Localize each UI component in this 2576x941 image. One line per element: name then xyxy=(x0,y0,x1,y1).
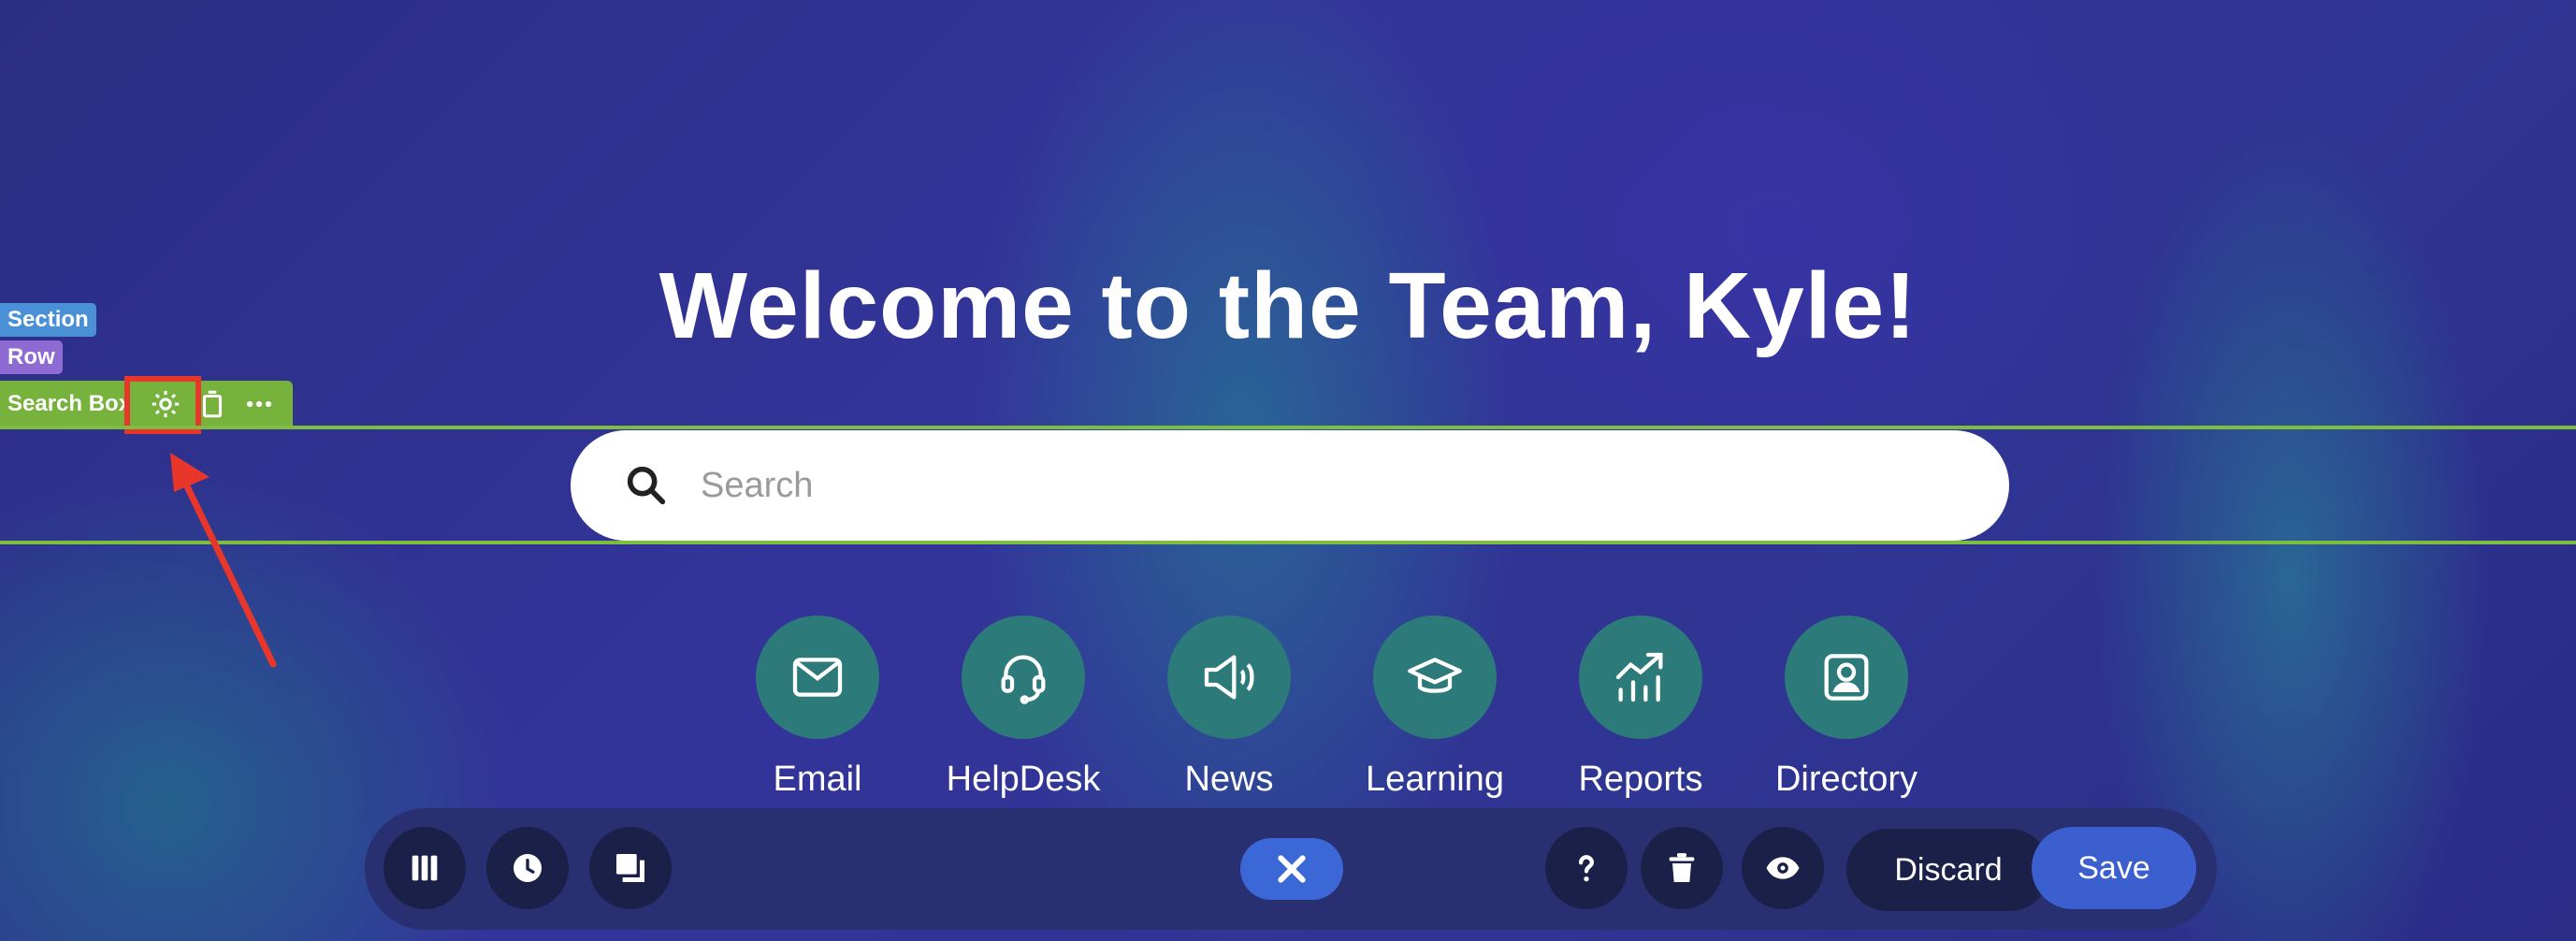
quick-link-label[interactable]: HelpDesk xyxy=(947,760,1101,800)
chart-up-icon xyxy=(1615,652,1663,702)
quick-link-directory[interactable]: Directory xyxy=(1744,615,1949,800)
megaphone-icon xyxy=(1204,655,1254,700)
component-tag[interactable]: Search Box xyxy=(0,391,129,417)
eye-icon xyxy=(1766,857,1800,879)
quick-link-learning[interactable]: Learning xyxy=(1332,615,1538,800)
duplicate-icon xyxy=(202,390,223,418)
graduation-cap-icon xyxy=(1408,658,1462,693)
learning-circle[interactable] xyxy=(1373,615,1497,739)
columns-icon xyxy=(412,855,438,881)
clock-icon xyxy=(514,854,542,882)
headset-icon xyxy=(1001,655,1046,704)
quick-link-news[interactable]: News xyxy=(1126,615,1332,800)
quick-link-helpdesk[interactable]: HelpDesk xyxy=(920,615,1126,800)
quick-link-reports[interactable]: Reports xyxy=(1538,615,1744,800)
news-circle[interactable] xyxy=(1167,615,1291,739)
directory-circle[interactable] xyxy=(1785,615,1908,739)
help-icon xyxy=(1579,855,1595,882)
helpdesk-circle[interactable] xyxy=(962,615,1085,739)
mail-icon xyxy=(792,658,843,697)
quick-link-label[interactable]: Reports xyxy=(1578,760,1702,800)
discard-button[interactable]: Discard xyxy=(1846,829,2050,911)
quick-link-label[interactable]: Learning xyxy=(1366,760,1504,800)
selection-bottom-border xyxy=(0,541,2576,544)
close-icon xyxy=(1278,855,1306,883)
help-button[interactable] xyxy=(1545,827,1628,909)
email-circle[interactable] xyxy=(756,615,879,739)
close-editor-button[interactable] xyxy=(1240,838,1343,900)
more-horizontal-icon xyxy=(246,400,272,408)
reports-circle[interactable] xyxy=(1579,615,1702,739)
save-button[interactable]: Save xyxy=(2032,827,2196,909)
annotation-arrow xyxy=(170,453,277,668)
layers-icon xyxy=(616,854,644,882)
preview-button[interactable] xyxy=(1742,827,1824,909)
history-button[interactable] xyxy=(486,827,569,909)
selection-top-border xyxy=(0,426,2576,429)
trash-icon xyxy=(1669,853,1695,882)
delete-button[interactable] xyxy=(1641,827,1723,909)
quick-link-label[interactable]: News xyxy=(1184,760,1273,800)
search-input[interactable] xyxy=(699,464,1918,507)
quick-link-label[interactable]: Email xyxy=(773,760,861,800)
layers-button[interactable] xyxy=(589,827,672,909)
search-box[interactable] xyxy=(571,430,2009,541)
quick-link-label[interactable]: Directory xyxy=(1775,760,1918,800)
columns-button[interactable] xyxy=(384,827,466,909)
section-tag[interactable]: Section xyxy=(0,303,96,337)
page-title: Welcome to the Team, Kyle! xyxy=(658,253,1918,358)
row-tag[interactable]: Row xyxy=(0,340,63,374)
more-options-button[interactable] xyxy=(236,381,282,427)
contact-card-icon xyxy=(1824,654,1869,701)
search-icon xyxy=(627,466,666,505)
quick-link-email[interactable]: Email xyxy=(715,615,920,800)
quick-links: Email HelpDesk News Learning Reports Dir… xyxy=(715,615,1949,800)
